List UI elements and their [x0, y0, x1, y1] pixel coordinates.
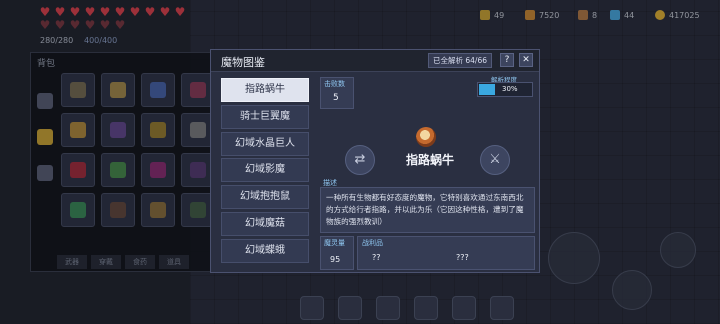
- analysis-progress-chip: 已全解析 64/66: [428, 53, 493, 68]
- monster-list-item[interactable]: 骑士巨翼魔: [221, 104, 309, 129]
- loot-item-2: ???: [456, 253, 469, 262]
- bestiary-modal: 魔物图鉴 已全解析 64/66 ? ✕ 指路蜗牛 骑士巨翼魔 幻域水晶巨人 幻域影魔幻…: [210, 49, 540, 273]
- kills-label: 击败数: [324, 80, 345, 88]
- description-text: 一种所有生物都有好态度的魔物，它特别喜欢通过东南西北的方式给行者指路，并以此为乐…: [320, 187, 535, 233]
- analysis-bar-fill: [479, 84, 495, 95]
- monster-list-item[interactable]: 幻域抱抱鼠: [221, 185, 309, 210]
- snail-portrait-icon: [416, 127, 436, 147]
- analysis-bar: 30%: [477, 82, 533, 97]
- monster-list-item[interactable]: 幻域水晶巨人: [221, 131, 309, 156]
- monster-list: 指路蜗牛 骑士巨翼魔 幻域水晶巨人 幻域影魔 幻域抱抱鼠 幻域魔菇 幻域蝶蛾: [221, 78, 309, 266]
- help-button[interactable]: ?: [500, 53, 514, 67]
- monster-portrait-area: ⇄ 指路蜗牛 ⚔: [320, 112, 535, 175]
- close-button[interactable]: ✕: [519, 53, 533, 67]
- kills-value: 5: [333, 93, 339, 103]
- loot-panel: 战利品 ?? ???: [357, 236, 535, 270]
- monster-list-item[interactable]: 指路蜗牛: [221, 78, 309, 102]
- all-analyzed-label: 已全解析: [433, 56, 463, 65]
- analyzed-count: 64/66: [465, 56, 488, 65]
- kills-panel: 击败数 5: [320, 77, 354, 109]
- loot-item-1: ??: [372, 253, 381, 262]
- modal-header: 魔物图鉴 已全解析 64/66 ? ✕: [211, 50, 539, 72]
- monster-list-item[interactable]: 幻域魔菇: [221, 211, 309, 236]
- soul-panel: 魔灵量 95: [320, 236, 354, 270]
- monster-list-item[interactable]: 幻域蝶蛾: [221, 238, 309, 263]
- soul-value: 95: [330, 255, 341, 264]
- analysis-percent: 30%: [502, 85, 518, 93]
- loot-label: 战利品: [362, 239, 383, 247]
- swap-icon[interactable]: ⇄: [345, 145, 375, 175]
- selected-monster-name: 指路蜗牛: [405, 153, 454, 167]
- modal-title: 魔物图鉴: [221, 56, 265, 69]
- monster-list-item[interactable]: 幻域影魔: [221, 158, 309, 183]
- soul-label: 魔灵量: [324, 239, 345, 247]
- sword-icon[interactable]: ⚔: [480, 145, 510, 175]
